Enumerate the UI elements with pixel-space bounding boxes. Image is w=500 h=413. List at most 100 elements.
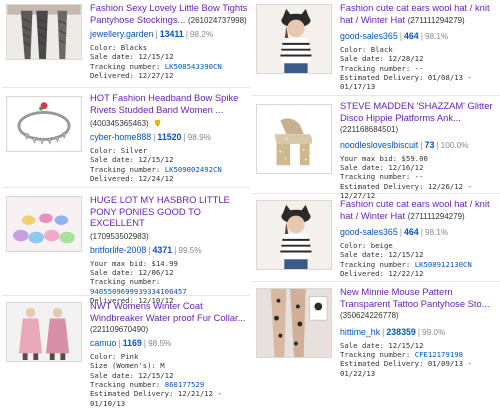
feedback-score-link[interactable]: 73 [425, 140, 435, 150]
detail-value: 12/26/12 - [427, 181, 472, 191]
tracking-number-link[interactable]: 860177529 [165, 380, 205, 389]
item-thumbnail[interactable] [256, 288, 332, 358]
detail-value: 12/15/12 [388, 250, 424, 260]
detail-row: 9405509699939334106457 [6, 287, 248, 296]
tracking-number-link[interactable]: CFE12179198 [415, 350, 463, 359]
item-thumbnail[interactable] [6, 4, 82, 60]
feedback-score-link[interactable]: 4371 [153, 245, 173, 255]
detail-value: 01/17/13 [340, 82, 376, 92]
detail-value: M [160, 361, 165, 371]
purchase-item: HUGE LOT MY HASBRO LITTLE PONY PONIES GO… [2, 192, 250, 305]
item-id: (261024737998) [187, 15, 247, 25]
tattoo-tights-photo [257, 289, 331, 357]
seller-name-link[interactable]: good-sales365 [340, 31, 398, 41]
feedback-percent: 100.0% [440, 140, 469, 150]
item-info: New Minnie Mouse Pattern Transparent Tat… [340, 286, 498, 378]
detail-value: 12/27/12 [138, 71, 174, 81]
feedback-percent: 99.0% [422, 327, 446, 337]
detail-label: Sale date: [90, 370, 139, 380]
detail-row: 01/22/13 [340, 369, 498, 378]
order-details: Color: Silver Sale date: 12/15/12 Tracki… [90, 146, 248, 183]
platform-shoe-photo [257, 105, 331, 173]
item-thumbnail[interactable] [256, 4, 332, 74]
detail-row: Sale date: 12/28/12 [340, 54, 498, 63]
detail-row: Delivered: 12/24/12 [90, 174, 248, 183]
detail-value: 12/24/12 [138, 174, 174, 184]
item-thumbnail[interactable] [256, 200, 332, 270]
seller-line: britforlife-2008 | 4371 | 99.5% [90, 244, 248, 257]
detail-value: 12/15/12 [138, 52, 174, 62]
tracking-number-link[interactable]: 9405509699939334106457 [90, 287, 187, 296]
feedback-score-link[interactable]: 464 [404, 227, 419, 237]
item-title-link[interactable]: Fashion cute cat ears wool hat / knit ha… [340, 198, 498, 222]
detail-value: 12/28/12 [388, 54, 424, 64]
detail-value: 01/22/13 [340, 368, 376, 378]
item-title[interactable]: HUGE LOT MY HASBRO LITTLE PONY PONIES GO… [90, 194, 230, 228]
seller-name-link[interactable]: hittime_hk [340, 327, 380, 337]
feedback-score-link[interactable]: 11520 [157, 132, 181, 142]
item-thumbnail[interactable] [256, 104, 332, 174]
item-title-link[interactable]: Fashion Sexy Lovely Little Bow Tights Pa… [90, 2, 248, 26]
item-title-link[interactable]: NWT Womens Winter Coat Windbreaker Water… [90, 300, 248, 323]
detail-row: Delivered: 12/22/12 [340, 269, 498, 278]
detail-label: Sale date: [340, 250, 389, 260]
item-title-link[interactable]: New Minnie Mouse Pattern Transparent Tat… [340, 286, 498, 322]
seller-name-link[interactable]: cyber-home888 [90, 132, 151, 142]
item-title[interactable]: HOT Fashion Headband Bow Spike Rivets St… [90, 92, 238, 115]
order-details: Color: Pink Size (Women's): M Sale date:… [90, 352, 248, 408]
tracking-number-link[interactable]: LK508912130CN [415, 260, 472, 269]
seller-name-link[interactable]: noodlesloveslbiscuit [340, 140, 418, 150]
purchase-item: Fashion cute cat ears wool hat / knit ha… [252, 0, 500, 96]
feedback-score-link[interactable]: 13411 [160, 29, 184, 39]
item-thumbnail[interactable] [6, 196, 82, 252]
seller-name-link[interactable]: good-sales365 [340, 227, 398, 237]
feedback-score-link[interactable]: 464 [404, 31, 419, 41]
detail-row: Tracking number: LK508912130CN [340, 260, 498, 269]
order-details: Color: Blacks Sale date: 12/15/12 Tracki… [90, 43, 248, 80]
item-title[interactable]: New Minnie Mouse Pattern Transparent Tat… [340, 286, 490, 309]
item-thumbnail[interactable] [6, 302, 82, 362]
detail-value: $14.99 [151, 258, 178, 268]
feedback-score-link[interactable]: 238359 [386, 327, 415, 337]
detail-label: Delivered: [340, 269, 389, 279]
seller-name-link[interactable]: jewellery.garden [90, 29, 153, 39]
detail-label: Size (Women's): [90, 361, 161, 371]
item-title-link[interactable]: HOT Fashion Headband Bow Spike Rivets St… [90, 92, 248, 115]
item-info: NWT Womens Winter Coat Windbreaker Water… [90, 300, 248, 408]
detail-row: Estimated Delivery: 12/21/12 - [90, 389, 248, 398]
seller-line: good-sales365 | 464 | 98.1% [340, 30, 498, 43]
seller-name-link[interactable]: britforlife-2008 [90, 245, 146, 255]
cat-hat-photo [257, 201, 331, 269]
detail-label: Delivered: [90, 174, 139, 184]
seller-line: noodlesloveslbiscuit | 73 | 100.0% [340, 139, 498, 152]
detail-row: Your max bid: $59.00 [340, 154, 498, 163]
item-title-link[interactable]: Fashion cute cat ears wool hat / knit ha… [340, 2, 498, 26]
item-title[interactable]: STEVE MADDEN 'SHAZZAM' Glitter Disco Hip… [340, 100, 493, 123]
item-thumbnail[interactable] [6, 96, 82, 152]
detail-row: Sale date: 12/15/12 [340, 341, 498, 350]
detail-row: Tracking number: 860177529 [90, 380, 248, 389]
detail-value: 12/06/12 [138, 268, 174, 278]
tracking-number-link[interactable]: LK509002492CN [165, 165, 222, 174]
feedback-percent: 99.5% [178, 245, 202, 255]
purchase-item: HOT Fashion Headband Bow Spike Rivets St… [2, 90, 250, 188]
item-title[interactable]: NWT Womens Winter Coat Windbreaker Water… [90, 300, 245, 323]
feedback-score-link[interactable]: 1169 [123, 338, 142, 348]
detail-row: Color: Blacks [90, 43, 248, 52]
detail-row: Tracking number: [6, 277, 248, 286]
item-title-link[interactable]: STEVE MADDEN 'SHAZZAM' Glitter Disco Hip… [340, 100, 498, 136]
seller-line: hittime_hk | 238359 | 99.0% [340, 326, 498, 339]
detail-row: Sale date: 12/16/12 [340, 163, 498, 172]
tracking-number-link[interactable]: LK508543390CN [165, 62, 222, 71]
item-id: (350624226778) [340, 311, 399, 321]
detail-label: Tracking number: [90, 277, 161, 287]
detail-row: Tracking number: -- [340, 64, 498, 73]
item-id: (271111294279) [407, 211, 465, 221]
detail-value: 12/15/12 [388, 340, 424, 350]
item-id: (221109670490) [90, 325, 149, 335]
item-title-link[interactable]: HUGE LOT MY HASBRO LITTLE PONY PONIES GO… [90, 194, 248, 229]
detail-row: Tracking number: CFE12179198 [340, 350, 498, 359]
item-info: STEVE MADDEN 'SHAZZAM' Glitter Disco Hip… [340, 100, 498, 200]
seller-name-link[interactable]: camuo [90, 338, 116, 348]
item-info: Fashion cute cat ears wool hat / knit ha… [340, 198, 498, 278]
